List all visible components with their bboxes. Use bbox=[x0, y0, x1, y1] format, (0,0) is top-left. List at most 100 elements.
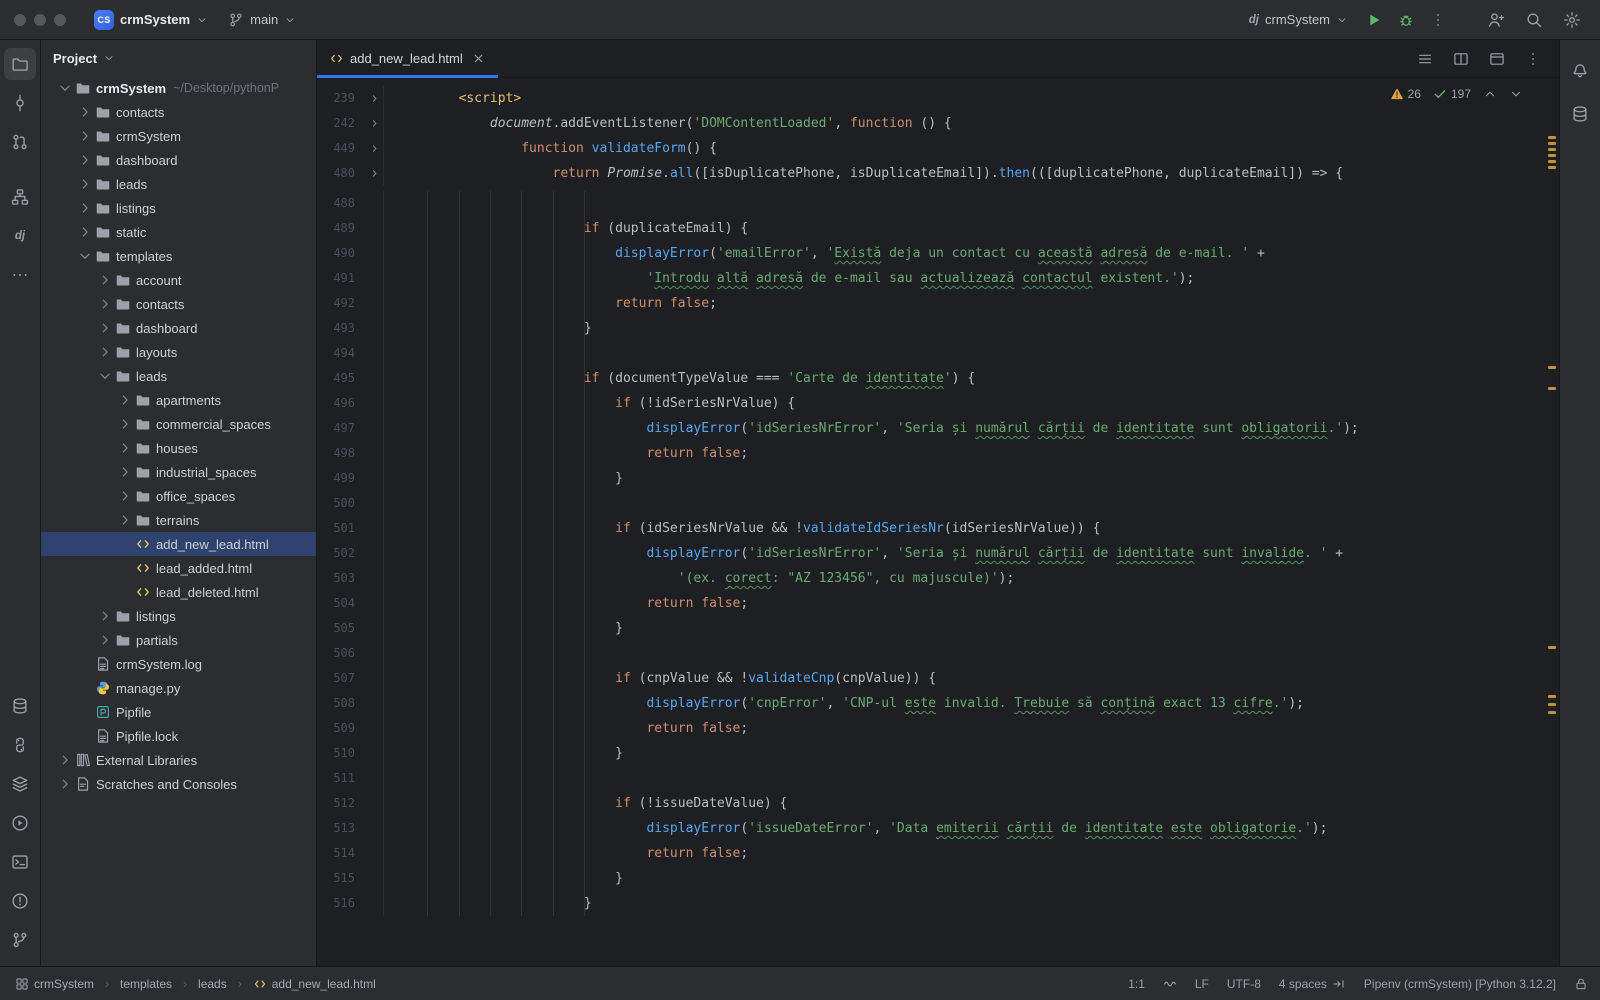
code-text[interactable]: displayError('issueDateError', 'Data emi… bbox=[383, 816, 1559, 841]
code-line-502[interactable]: 502displayError('idSeriesNrError', 'Seri… bbox=[317, 541, 1559, 566]
tree-item-static[interactable]: static bbox=[41, 220, 316, 244]
chevron-right-icon[interactable] bbox=[117, 392, 133, 408]
tree-item-contacts[interactable]: contacts bbox=[41, 292, 316, 316]
code-text[interactable]: } bbox=[383, 741, 1559, 766]
tree-item-layouts[interactable]: layouts bbox=[41, 340, 316, 364]
code-text[interactable]: } bbox=[383, 316, 1559, 341]
line-number[interactable]: 491 bbox=[317, 266, 365, 291]
code-text[interactable] bbox=[383, 491, 1559, 516]
tree-item-office_spaces[interactable]: office_spaces bbox=[41, 484, 316, 508]
tree-item-commercial_spaces[interactable]: commercial_spaces bbox=[41, 412, 316, 436]
chevron-right-icon[interactable] bbox=[97, 632, 113, 648]
database-right-tool-button[interactable] bbox=[1564, 98, 1596, 130]
tree-item-houses[interactable]: houses bbox=[41, 436, 316, 460]
code-text[interactable]: if (duplicateEmail) { bbox=[383, 216, 1559, 241]
tree-item-Pipfile.lock[interactable]: Pipfile.lock bbox=[41, 724, 316, 748]
line-number[interactable]: 501 bbox=[317, 516, 365, 541]
code-line-491[interactable]: 491'Introdu altă adresă de e-mail sau ac… bbox=[317, 266, 1559, 291]
fold-collapsed-icon[interactable] bbox=[369, 93, 380, 104]
code-line-505[interactable]: 505} bbox=[317, 616, 1559, 641]
chevron-down-icon[interactable] bbox=[97, 368, 113, 384]
run-button[interactable] bbox=[1360, 6, 1388, 34]
window-close-button[interactable] bbox=[14, 14, 26, 26]
code-line-513[interactable]: 513 displayError('issueDateError', 'Data … bbox=[317, 816, 1559, 841]
code-text[interactable]: } bbox=[383, 891, 1559, 916]
pull-requests-tool-button[interactable] bbox=[4, 126, 36, 158]
tree-item-listings[interactable]: listings bbox=[41, 604, 316, 628]
previous-problem-button[interactable] bbox=[1483, 87, 1497, 101]
chevron-down-icon[interactable] bbox=[77, 248, 93, 264]
code-text[interactable]: } bbox=[383, 616, 1559, 641]
tree-item-apartments[interactable]: apartments bbox=[41, 388, 316, 412]
branch-selector[interactable]: main bbox=[220, 8, 304, 32]
chevron-right-icon[interactable] bbox=[97, 272, 113, 288]
chevron-right-icon[interactable] bbox=[117, 488, 133, 504]
code-line-494[interactable]: 494 bbox=[317, 341, 1559, 366]
stripe-mark[interactable] bbox=[1548, 711, 1556, 714]
code-text[interactable]: function validateForm() { bbox=[383, 136, 1559, 161]
breadcrumb-crmSystem[interactable]: crmSystem bbox=[12, 975, 97, 993]
tree-item-Scratches and Consoles[interactable]: Scratches and Consoles bbox=[41, 772, 316, 796]
line-number[interactable]: 449 bbox=[317, 136, 365, 161]
line-number[interactable]: 513 bbox=[317, 816, 365, 841]
more-tools-button[interactable] bbox=[4, 259, 36, 291]
tree-item-templates[interactable]: templates bbox=[41, 244, 316, 268]
chevron-down-icon[interactable] bbox=[57, 80, 73, 96]
line-number[interactable]: 489 bbox=[317, 216, 365, 241]
code-with-me-button[interactable] bbox=[1482, 6, 1510, 34]
line-number[interactable]: 515 bbox=[317, 866, 365, 891]
code-line-499[interactable]: 499} bbox=[317, 466, 1559, 491]
fold-marker[interactable] bbox=[365, 136, 383, 161]
code-line-495[interactable]: 495if (documentTypeValue === 'Carte de i… bbox=[317, 366, 1559, 391]
code-text[interactable]: if (cnpValue && !validateCnp(cnpValue)) … bbox=[383, 666, 1559, 691]
project-tool-button[interactable] bbox=[4, 48, 36, 80]
tree-item-partials[interactable]: partials bbox=[41, 628, 316, 652]
line-number[interactable]: 495 bbox=[317, 366, 365, 391]
breadcrumb-leads[interactable]: leads bbox=[195, 975, 230, 993]
window-maximize-button[interactable] bbox=[54, 14, 66, 26]
code-line-507[interactable]: 507 if (cnpValue && !validateCnp(cnpValue… bbox=[317, 666, 1559, 691]
line-number[interactable]: 507 bbox=[317, 666, 365, 691]
tree-item-account[interactable]: account bbox=[41, 268, 316, 292]
line-number[interactable]: 512 bbox=[317, 791, 365, 816]
tree-item-listings[interactable]: listings bbox=[41, 196, 316, 220]
line-number[interactable]: 500 bbox=[317, 491, 365, 516]
settings-button[interactable] bbox=[1558, 6, 1586, 34]
code-line-516[interactable]: 516} bbox=[317, 891, 1559, 916]
line-number[interactable]: 493 bbox=[317, 316, 365, 341]
line-number[interactable]: 505 bbox=[317, 616, 365, 641]
more-actions-button[interactable] bbox=[1424, 6, 1452, 34]
code-line-504[interactable]: 504return false; bbox=[317, 591, 1559, 616]
code-text[interactable]: if (!idSeriesNrValue) { bbox=[383, 391, 1559, 416]
code-line-515[interactable]: 515} bbox=[317, 866, 1559, 891]
chevron-right-icon[interactable] bbox=[97, 296, 113, 312]
line-number[interactable]: 494 bbox=[317, 341, 365, 366]
line-number[interactable]: 514 bbox=[317, 841, 365, 866]
fold-collapsed-icon[interactable] bbox=[369, 143, 380, 154]
tree-item-add_new_lead.html[interactable]: add_new_lead.html bbox=[41, 532, 316, 556]
code-line-498[interactable]: 498return false; bbox=[317, 441, 1559, 466]
project-panel-header[interactable]: Project bbox=[41, 40, 316, 76]
code-text[interactable]: displayError('emailError', 'Există deja … bbox=[383, 241, 1559, 266]
tree-item-crmSystem.log[interactable]: crmSystem.log bbox=[41, 652, 316, 676]
search-everywhere-button[interactable] bbox=[1520, 6, 1548, 34]
python-interpreter[interactable]: Pipenv (crmSystem) [Python 3.12.2] bbox=[1364, 977, 1556, 991]
chevron-right-icon[interactable] bbox=[117, 440, 133, 456]
stripe-mark[interactable] bbox=[1548, 136, 1556, 139]
tree-item-crmSystem[interactable]: crmSystem~/Desktop/pythonP bbox=[41, 76, 316, 100]
commit-tool-button[interactable] bbox=[4, 87, 36, 119]
tree-item-crmSystem[interactable]: crmSystem bbox=[41, 124, 316, 148]
warnings-indicator[interactable]: 26 bbox=[1390, 87, 1421, 101]
code-text[interactable] bbox=[383, 641, 1559, 666]
code-line-480[interactable]: 480return Promise.all([isDuplicatePhone,… bbox=[317, 161, 1559, 186]
project-selector[interactable]: CS crmSystem bbox=[86, 6, 216, 34]
chevron-right-icon[interactable] bbox=[57, 752, 73, 768]
chevron-right-icon[interactable] bbox=[57, 776, 73, 792]
stripe-mark[interactable] bbox=[1548, 154, 1556, 157]
tree-item-dashboard[interactable]: dashboard bbox=[41, 148, 316, 172]
code-line-496[interactable]: 496if (!idSeriesNrValue) { bbox=[317, 391, 1559, 416]
chevron-right-icon[interactable] bbox=[77, 104, 93, 120]
structure-tool-button[interactable] bbox=[4, 181, 36, 213]
stripe-mark[interactable] bbox=[1548, 646, 1556, 649]
chevron-right-icon[interactable] bbox=[97, 608, 113, 624]
